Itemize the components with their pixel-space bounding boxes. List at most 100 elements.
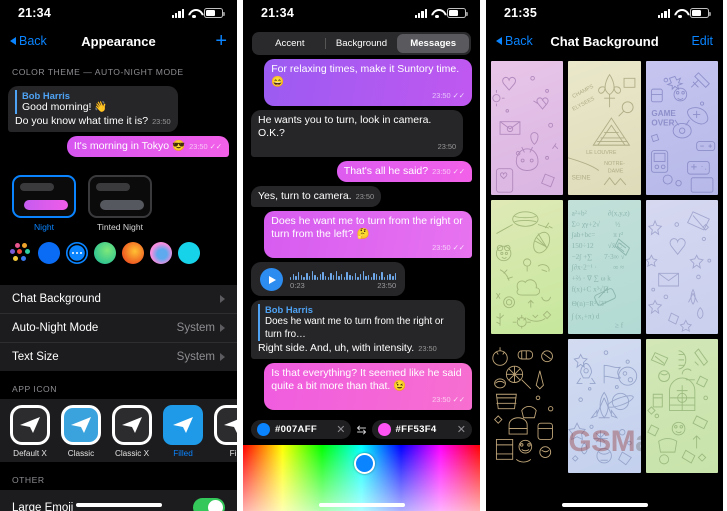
nav-bar: Back Appearance + xyxy=(0,26,237,56)
svg-text:+⅔ · ∇ ∑ ω k: +⅔ · ∇ ∑ ω k xyxy=(572,275,612,283)
preview-time-out: 23:50 xyxy=(189,142,208,151)
tab-messages[interactable]: Messages xyxy=(397,34,470,53)
chat-time: 23:50 xyxy=(432,395,451,404)
color-hex-value: #007AFF xyxy=(275,424,318,435)
tab-accent[interactable]: Accent xyxy=(254,34,326,53)
svg-text:GAME: GAME xyxy=(651,109,676,118)
chevron-right-icon xyxy=(220,353,225,361)
wallpaper-nature-pattern[interactable] xyxy=(491,200,564,334)
voice-message[interactable]: 0:23 23:50 xyxy=(251,262,406,296)
svg-text:∂(x,y,z): ∂(x,y,z) xyxy=(608,209,631,217)
status-time: 21:34 xyxy=(261,6,294,20)
app-icon-list[interactable]: Default X Classic Classic X Filled Fi xyxy=(0,399,237,462)
back-button[interactable]: Back xyxy=(10,34,47,48)
read-ticks-icon: ✓✓ xyxy=(452,243,465,252)
app-icon-classic-x[interactable]: Classic X xyxy=(112,405,152,458)
chat-text: Is that everything? It seemed like he sa… xyxy=(271,367,462,392)
settings-scroll[interactable]: COLOR THEME — AUTO-NIGHT MODE Bob Harris… xyxy=(0,56,237,511)
color-theme-header: COLOR THEME — AUTO-NIGHT MODE xyxy=(0,56,237,82)
preview-bubble-out: It's morning in Tokyo 😎 23:50 ✓✓ xyxy=(8,136,229,157)
svg-text:Σ○ χγ+2√: Σ○ χγ+2√ xyxy=(572,220,600,228)
voice-duration: 0:23 xyxy=(290,281,305,290)
row-large-emoji[interactable]: Large Emoji xyxy=(0,490,237,511)
preview-author: Bob Harris xyxy=(22,90,70,101)
chat-preview: For relaxing times, make it Suntory time… xyxy=(243,59,480,410)
wallpaper-school-pattern[interactable] xyxy=(645,339,718,473)
app-icon-classic[interactable]: Classic xyxy=(61,405,101,458)
status-icons xyxy=(414,8,468,18)
accent-swatches xyxy=(0,234,237,274)
section-gap xyxy=(0,462,237,473)
theme-label: Tinted Night xyxy=(96,222,143,232)
tab-background[interactable]: Background xyxy=(326,34,398,53)
pink-swatch[interactable] xyxy=(150,242,172,264)
wallpaper-paris-pattern[interactable]: CHAMPS ELYSEES LE LOUVRE NOTRE- DAME SEI… xyxy=(568,61,641,195)
chat-text: Does he want me to turn from the right o… xyxy=(271,215,463,240)
multicolor-swatch[interactable] xyxy=(10,242,32,264)
wallpaper-food-pattern[interactable] xyxy=(491,339,563,473)
plus-icon[interactable]: + xyxy=(215,31,227,51)
chevron-left-icon xyxy=(496,37,502,45)
blue-more-swatch[interactable] xyxy=(66,242,88,264)
reply-author: Bob Harris xyxy=(265,304,313,315)
wallpaper-games-pattern[interactable]: GAME OVER xyxy=(645,61,718,195)
color-dot xyxy=(257,423,270,436)
theme-label: Night xyxy=(33,222,55,232)
play-icon[interactable] xyxy=(260,268,283,291)
saturation-value-field[interactable] xyxy=(243,445,480,511)
app-icon-filled[interactable]: Filled xyxy=(163,405,203,458)
swap-arrows-icon[interactable]: ⇆ xyxy=(356,423,366,437)
edit-button[interactable]: Edit xyxy=(691,34,713,48)
read-ticks-icon: ✓✓ xyxy=(452,91,465,100)
blue-swatch[interactable] xyxy=(38,242,60,264)
wallpaper-love-pattern[interactable] xyxy=(491,61,564,195)
large-emoji-toggle[interactable] xyxy=(193,498,225,511)
back-button[interactable]: Back xyxy=(496,34,533,48)
wifi-icon xyxy=(188,9,200,18)
chat-time: 23:50 xyxy=(432,243,451,252)
status-bar: 21:35 xyxy=(486,0,723,26)
svg-text:∞ ≈: ∞ ≈ xyxy=(614,264,625,272)
close-icon[interactable]: ✕ xyxy=(457,423,466,436)
svg-text:½: ½ xyxy=(615,220,621,228)
theme-card-night[interactable]: Night xyxy=(12,175,76,232)
svg-text:150÷12: 150÷12 xyxy=(572,242,594,250)
wallpaper-math-pattern[interactable]: a²+b² ∂(x,y,z) Σ○ χγ+2√ ½ ∫ab+bc= π r² 150÷… xyxy=(568,200,641,334)
green-swatch[interactable] xyxy=(94,242,116,264)
close-icon[interactable]: ✕ xyxy=(336,423,345,436)
orange-swatch[interactable] xyxy=(122,242,144,264)
row-label: Text Size xyxy=(12,351,59,363)
cyan-swatch[interactable] xyxy=(178,242,200,264)
wallpaper-grid[interactable]: CHAMPS ELYSEES LE LOUVRE NOTRE- DAME SEI… xyxy=(486,56,723,511)
color-hex-value: #FF53F4 xyxy=(395,424,437,435)
pattern-math: a²+b² ∂(x,y,z) Σ○ χγ+2√ ½ ∫ab+bc= π r² 150÷… xyxy=(571,209,631,329)
preview-time: 23:50 xyxy=(152,117,171,126)
settings-group: Chat Background Auto-Night Mode System T… xyxy=(0,285,237,371)
row-chat-background[interactable]: Chat Background xyxy=(0,285,237,314)
wallpaper-stars-pattern[interactable] xyxy=(645,200,718,334)
chat-text: That's all he said? xyxy=(343,165,429,177)
home-indicator xyxy=(561,503,648,507)
row-auto-night-mode[interactable]: Auto-Night Mode System xyxy=(0,314,237,343)
segment-divider xyxy=(324,38,326,49)
svg-text:DAME: DAME xyxy=(608,168,624,174)
row-text-size[interactable]: Text Size System xyxy=(0,343,237,371)
reply-text: Right side. And, uh, with intensity. xyxy=(258,342,415,354)
segmented-control[interactable]: Accent Background Messages xyxy=(252,32,471,55)
wallpaper-space-pattern[interactable]: GSMarena.com xyxy=(568,339,641,473)
color-chip-primary[interactable]: #007AFF ✕ xyxy=(251,420,352,439)
app-icon-default-x[interactable]: Default X xyxy=(10,405,50,458)
app-icon-fil[interactable]: Fil xyxy=(214,405,237,458)
signal-bars-icon xyxy=(171,8,184,18)
wifi-icon xyxy=(674,9,686,18)
chat-text: Yes, turn to camera. xyxy=(258,190,352,202)
reply-time: 23:50 xyxy=(418,344,437,353)
color-chip-secondary[interactable]: #FF53F4 ✕ xyxy=(371,420,472,439)
theme-card-tinted-night[interactable]: Tinted Night xyxy=(88,175,152,232)
status-bar: 21:34 xyxy=(243,0,480,26)
color-picker-knob[interactable] xyxy=(354,453,376,474)
read-ticks-icon: ✓✓ xyxy=(452,395,465,404)
phone-chat-background: 21:35 Back Chat Background Edit CHAMPS E… xyxy=(486,0,723,511)
read-ticks-icon: ✓✓ xyxy=(452,167,465,176)
paper-plane-icon xyxy=(122,417,142,433)
